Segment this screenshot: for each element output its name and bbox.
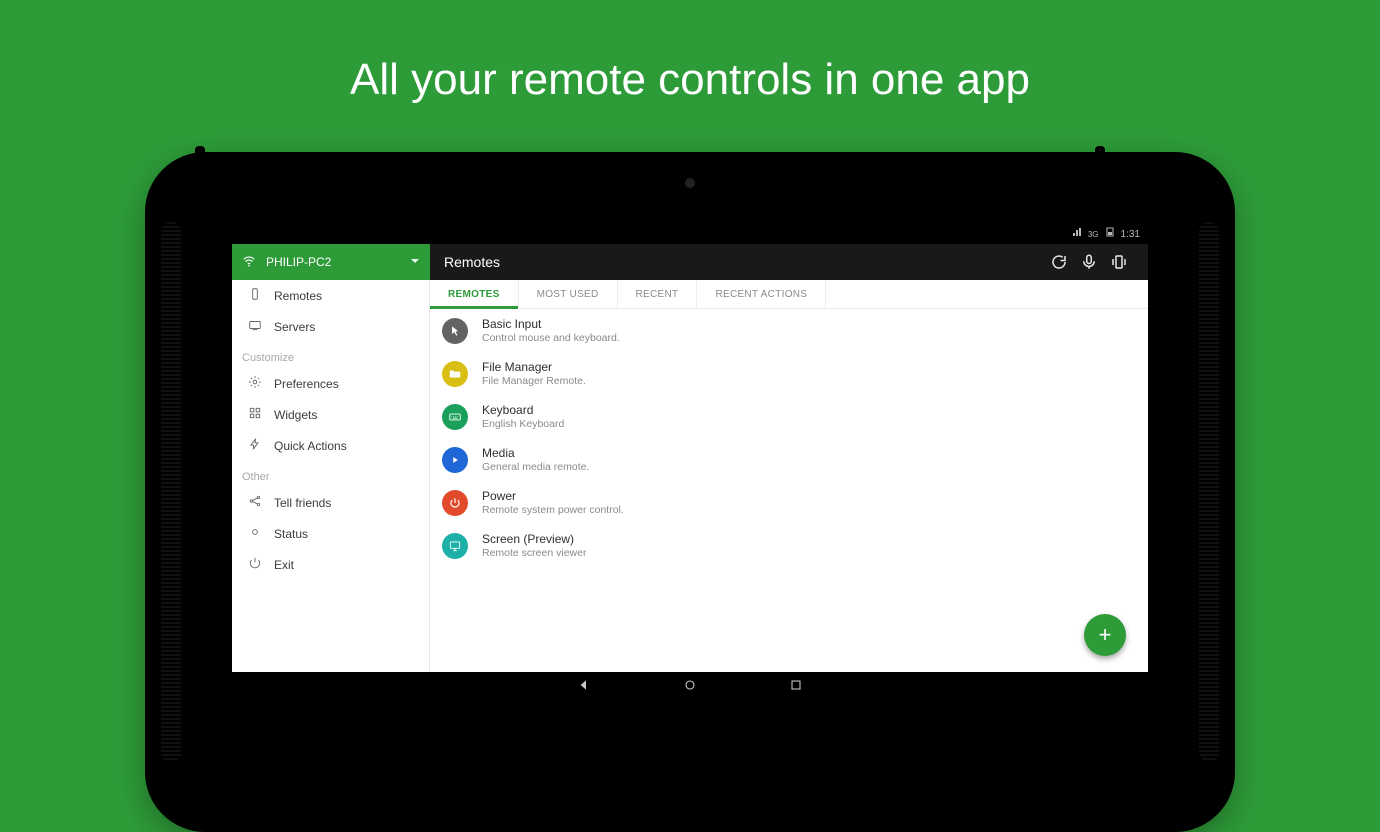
- android-status-bar: 3G 1:31: [232, 226, 1148, 244]
- wifi-icon: [242, 254, 256, 271]
- sidebar-item-widgets[interactable]: Widgets: [232, 399, 429, 430]
- remote-item[interactable]: Screen (Preview)Remote screen viewer: [430, 524, 1148, 567]
- remote-item[interactable]: PowerRemote system power control.: [430, 481, 1148, 524]
- tablet-speaker-left: [161, 222, 181, 762]
- app-action-bar: Remotes: [430, 244, 1148, 280]
- remote-item[interactable]: Basic InputControl mouse and keyboard.: [430, 309, 1148, 352]
- remote-list: Basic InputControl mouse and keyboard.Fi…: [430, 309, 1148, 672]
- hero-headline: All your remote controls in one app: [0, 55, 1380, 105]
- remote-title: Screen (Preview): [482, 532, 586, 546]
- sidebar-item-tell-friends[interactable]: Tell friends: [232, 487, 429, 518]
- sidebar-item-label: Remotes: [274, 289, 322, 303]
- remote-title: Keyboard: [482, 403, 564, 417]
- remote-title: Basic Input: [482, 317, 620, 331]
- add-button[interactable]: +: [1084, 614, 1126, 656]
- sidebar-item-quick-actions[interactable]: Quick Actions: [232, 430, 429, 461]
- sidebar-item-label: Quick Actions: [274, 439, 347, 453]
- cursor-icon: [442, 318, 468, 344]
- sidebar-item-preferences[interactable]: Preferences: [232, 368, 429, 399]
- sidebar-section-other: Other: [232, 461, 429, 487]
- remote-item[interactable]: KeyboardEnglish Keyboard: [430, 395, 1148, 438]
- screen-icon: [442, 533, 468, 559]
- share-icon: [248, 494, 262, 511]
- remote-title: File Manager: [482, 360, 586, 374]
- tab-recent-actions[interactable]: RECENT ACTIONS: [697, 280, 826, 308]
- remote-subtitle: File Manager Remote.: [482, 375, 586, 387]
- gear-icon: [248, 375, 262, 392]
- media-icon: [442, 447, 468, 473]
- status-time: 1:31: [1121, 226, 1140, 244]
- sidebar-section-customize: Customize: [232, 342, 429, 368]
- sidebar-item-servers[interactable]: Servers: [232, 311, 429, 342]
- tablet-frame: 3G 1:31 PHILIP-PC2 Remotes: [145, 152, 1235, 832]
- remote-title: Power: [482, 489, 624, 503]
- android-nav-bar: [232, 672, 1148, 702]
- back-button[interactable]: [576, 677, 592, 698]
- tablet-camera: [685, 178, 695, 188]
- remote-subtitle: Remote screen viewer: [482, 547, 586, 559]
- power-icon: [442, 490, 468, 516]
- remote-icon: [248, 287, 262, 304]
- remote-item[interactable]: MediaGeneral media remote.: [430, 438, 1148, 481]
- signal-icon: [1072, 226, 1082, 244]
- voice-button[interactable]: [1074, 253, 1104, 271]
- main-panel: REMOTES MOST USED RECENT RECENT ACTIONS …: [430, 280, 1148, 672]
- tab-remotes[interactable]: REMOTES: [430, 280, 519, 308]
- server-selector[interactable]: PHILIP-PC2: [232, 244, 430, 280]
- keyboard-icon: [442, 404, 468, 430]
- server-icon: [248, 318, 262, 335]
- battery-icon: [1105, 226, 1115, 244]
- tablet-speaker-right: [1199, 222, 1219, 762]
- folder-icon: [442, 361, 468, 387]
- refresh-button[interactable]: [1044, 253, 1074, 271]
- signal-label: 3G: [1088, 226, 1099, 244]
- vibrate-button[interactable]: [1104, 253, 1134, 271]
- dot-icon: [248, 525, 262, 542]
- grid-icon: [248, 406, 262, 423]
- sidebar-item-label: Preferences: [274, 377, 339, 391]
- sidebar-item-label: Tell friends: [274, 496, 331, 510]
- page-title: Remotes: [444, 254, 500, 270]
- remote-subtitle: Control mouse and keyboard.: [482, 332, 620, 344]
- remote-subtitle: Remote system power control.: [482, 504, 624, 516]
- recent-apps-button[interactable]: [788, 677, 804, 698]
- sidebar-item-status[interactable]: Status: [232, 518, 429, 549]
- sidebar-item-label: Exit: [274, 558, 294, 572]
- server-name: PHILIP-PC2: [266, 255, 331, 269]
- tab-bar: REMOTES MOST USED RECENT RECENT ACTIONS: [430, 280, 1148, 309]
- tab-most-used[interactable]: MOST USED: [519, 280, 618, 308]
- remote-item[interactable]: File ManagerFile Manager Remote.: [430, 352, 1148, 395]
- tablet-bumps: [195, 146, 205, 154]
- power-icon: [248, 556, 262, 573]
- bolt-icon: [248, 437, 262, 454]
- remote-subtitle: General media remote.: [482, 461, 589, 473]
- chevron-down-icon: [410, 255, 420, 269]
- sidebar-item-label: Status: [274, 527, 308, 541]
- sidebar: Remotes Servers Customize Preferences Wi…: [232, 280, 430, 672]
- tablet-screen: 3G 1:31 PHILIP-PC2 Remotes: [232, 226, 1148, 702]
- sidebar-item-exit[interactable]: Exit: [232, 549, 429, 580]
- sidebar-item-remotes[interactable]: Remotes: [232, 280, 429, 311]
- sidebar-item-label: Widgets: [274, 408, 317, 422]
- remote-title: Media: [482, 446, 589, 460]
- sidebar-item-label: Servers: [274, 320, 315, 334]
- tab-recent[interactable]: RECENT: [618, 280, 698, 308]
- home-button[interactable]: [682, 677, 698, 698]
- remote-subtitle: English Keyboard: [482, 418, 564, 430]
